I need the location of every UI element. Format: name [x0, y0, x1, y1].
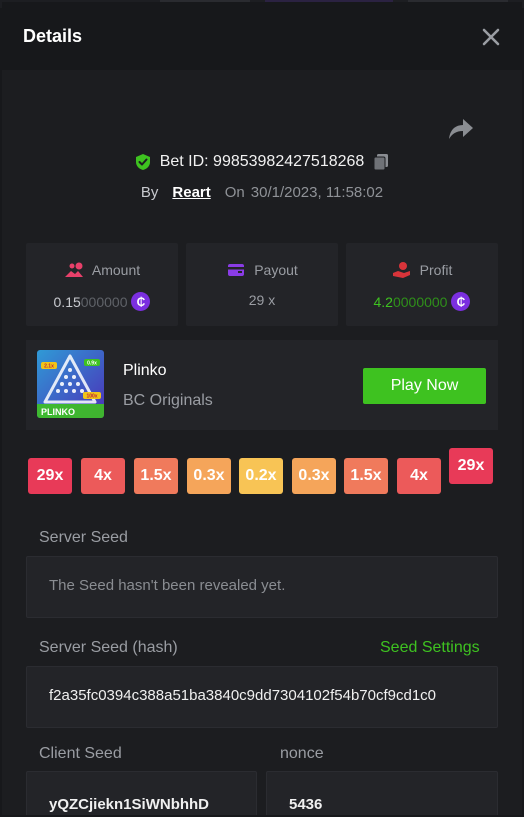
thumb-title: PLINKO — [41, 407, 75, 417]
amount-icon — [64, 262, 83, 277]
coin-icon: ₵ — [131, 292, 151, 311]
by-label: By — [140, 183, 159, 201]
on-label: On — [224, 183, 245, 201]
payout-card: Payout 29 x — [186, 243, 338, 326]
thumb-chip-3: 100x — [86, 394, 97, 400]
client-seed-value: yQZCjiekn1SiWNbhhD — [49, 796, 210, 813]
multiplier-chip: 4x — [397, 458, 441, 494]
thumb-chip-1: 2.1x — [44, 364, 54, 370]
multiplier-chip: 0.2x — [239, 458, 283, 494]
multiplier-chip-hit: 29x — [449, 448, 493, 484]
multiplier-chip: 29x — [28, 458, 72, 494]
multiplier-chip: 1.5x — [344, 458, 388, 494]
profit-icon — [392, 262, 410, 278]
nonce-value: 5436 — [289, 796, 323, 813]
server-seed-field: The Seed hasn't been revealed yet. — [26, 556, 498, 618]
bet-details-modal: Details Bet ID: 99853982427518268 By Rea… — [2, 2, 522, 815]
amount-label: Amount — [91, 262, 141, 278]
profit-value: 4.2 — [373, 293, 393, 310]
server-seed-label: Server Seed — [39, 529, 128, 546]
play-now-button[interactable]: Play Now — [363, 368, 486, 404]
bet-datetime: 30/1/2023, 11:58:02 — [250, 183, 384, 201]
nonce-field[interactable]: 5436 — [266, 771, 498, 815]
share-icon[interactable] — [448, 117, 474, 141]
client-seed-label: Client Seed — [39, 745, 122, 762]
profit-card: Profit 4.20000000 ₵ — [346, 243, 498, 326]
wallet-icon — [228, 264, 245, 276]
payout-value: 29 x — [248, 292, 276, 308]
server-seed-hash-label: Server Seed (hash) — [39, 639, 178, 656]
profit-label: Profit — [419, 262, 453, 278]
multiplier-chip: 0.3x — [292, 458, 336, 494]
modal-title: Details — [23, 26, 83, 46]
user-link[interactable]: Reart — [172, 184, 210, 201]
bet-id-row: Bet ID: 99853982427518268 — [2, 150, 522, 174]
coin-icon: ₵ — [451, 292, 471, 311]
close-icon[interactable] — [480, 26, 502, 48]
copy-icon[interactable] — [372, 153, 390, 171]
modal-header: Details — [2, 2, 522, 70]
server-seed-hash-value: f2a35fc0394c388a51ba3840c9dd7304102f54b7… — [49, 687, 437, 704]
thumb-chip-2: 0.9x — [87, 361, 97, 367]
plinko-art-icon: 2.1x 0.9x 100x PLINKO — [37, 354, 104, 418]
server-seed-hash-field[interactable]: f2a35fc0394c388a51ba3840c9dd7304102f54b7… — [26, 666, 498, 728]
shield-check-icon — [135, 154, 150, 170]
nonce-label: nonce — [280, 745, 324, 762]
bet-id: Bet ID: 99853982427518268 — [159, 153, 365, 170]
profit-value-tail: 0000000 — [392, 293, 448, 310]
amount-value-tail: 000000 — [80, 293, 128, 310]
multiplier-chip: 1.5x — [134, 458, 178, 494]
plinko-thumbnail[interactable]: 2.1x 0.9x 100x PLINKO — [37, 350, 104, 418]
game-name[interactable]: Plinko — [123, 362, 167, 380]
seed-settings-link[interactable]: Seed Settings — [380, 639, 480, 657]
bet-meta-row: By Reart On 30/1/2023, 11:58:02 — [2, 181, 522, 203]
amount-card: Amount 0.15000000 ₵ — [26, 243, 178, 326]
game-provider: BC Originals — [123, 392, 213, 409]
multiplier-chip: 0.3x — [187, 458, 231, 494]
server-seed-value: The Seed hasn't been revealed yet. — [49, 577, 286, 594]
game-card: 2.1x 0.9x 100x PLINKO Plinko BC Original… — [26, 340, 498, 430]
payout-label: Payout — [254, 262, 298, 278]
client-seed-field[interactable]: yQZCjiekn1SiWNbhhD — [26, 771, 257, 815]
multiplier-chip: 4x — [81, 458, 125, 494]
amount-value: 0.15 — [53, 293, 81, 310]
